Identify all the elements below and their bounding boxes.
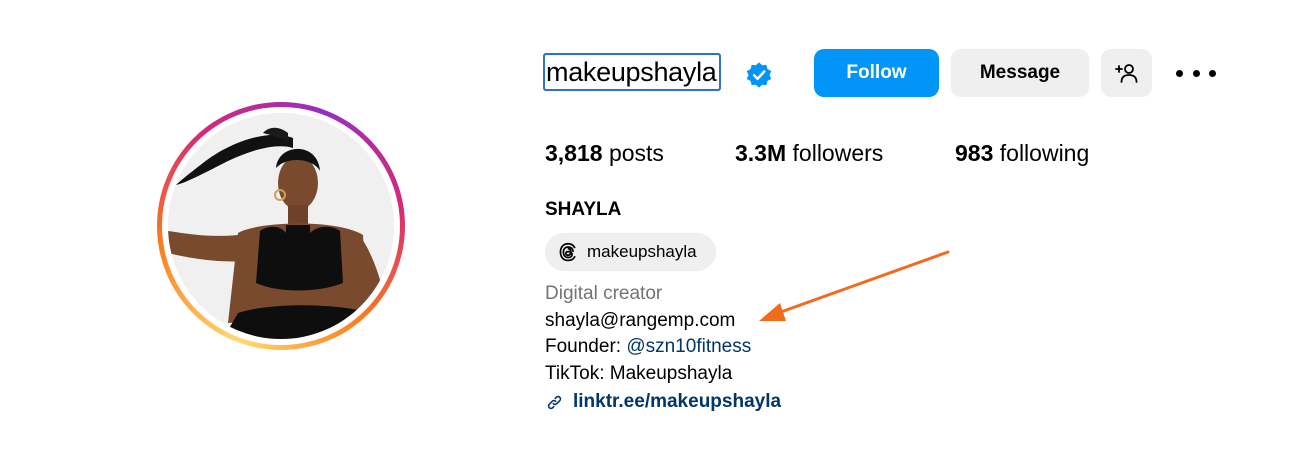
full-name: SHAYLA (545, 199, 622, 220)
suggested-users-button[interactable] (1101, 49, 1152, 97)
username-container[interactable]: makeupshayla (543, 53, 721, 91)
threads-icon (559, 242, 576, 262)
message-button[interactable]: Message (951, 49, 1089, 97)
more-dot (1209, 69, 1216, 77)
profile-category: Digital creator (545, 283, 663, 304)
following-label: following (993, 140, 1090, 166)
follow-button[interactable]: Follow (814, 49, 939, 97)
founder-mention-link[interactable]: @szn10fitness (626, 336, 751, 357)
more-dot (1176, 69, 1183, 77)
person-add-icon (1114, 64, 1137, 83)
verified-badge-icon (746, 62, 772, 88)
posts-stat: 3,818 posts (545, 139, 664, 167)
followers-count: 3.3M (735, 140, 787, 166)
profile-header: makeupshayla Follow Message 3,818 posts … (0, 0, 1302, 470)
threads-handle: makeupshayla (587, 242, 697, 261)
threads-badge[interactable]: makeupshayla (545, 233, 716, 271)
bio-founder-line: Founder: @szn10fitness (545, 335, 751, 359)
annotation-arrow-icon (759, 250, 950, 321)
avatar[interactable] (168, 113, 394, 339)
founder-prefix: Founder: (545, 336, 627, 357)
external-link-text: linktr.ee/makeupshayla (573, 391, 782, 412)
bio-tiktok: TikTok: Makeupshayla (545, 363, 733, 384)
more-options-icon[interactable] (1176, 62, 1216, 84)
more-dot (1192, 69, 1200, 77)
link-icon (547, 395, 562, 409)
posts-label: posts (602, 140, 664, 166)
username: makeupshayla (546, 57, 717, 87)
followers-stat[interactable]: 3.3M followers (735, 139, 883, 167)
posts-count: 3,818 (545, 140, 603, 166)
followers-label: followers (786, 140, 884, 166)
following-stat[interactable]: 983 following (955, 139, 1089, 167)
story-ring[interactable] (157, 102, 405, 350)
bio-email: shayla@rangemp.com (545, 310, 736, 331)
avatar-photo (168, 113, 394, 339)
following-count: 983 (955, 140, 994, 166)
external-link[interactable]: linktr.ee/makeupshayla (545, 390, 781, 414)
